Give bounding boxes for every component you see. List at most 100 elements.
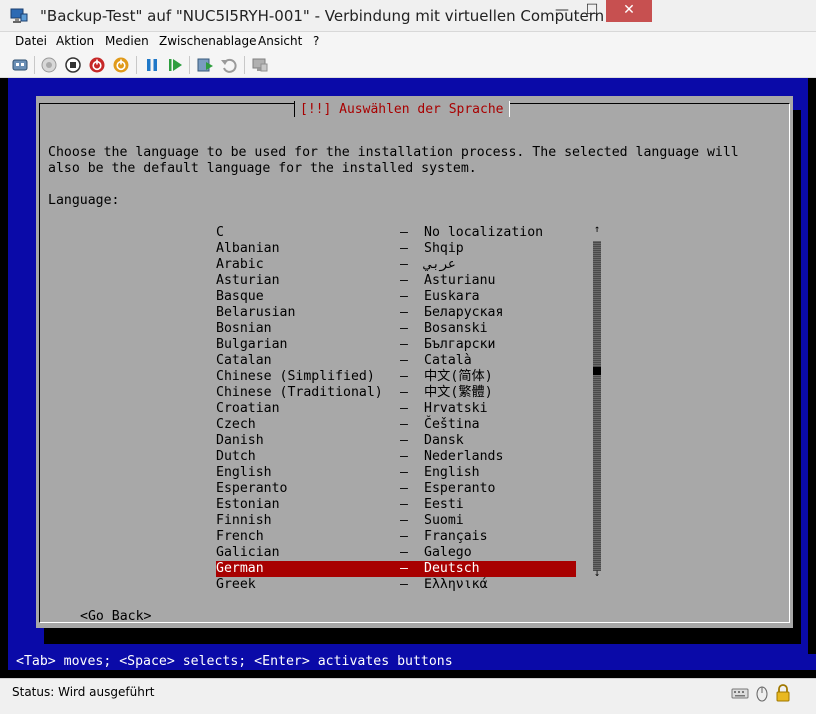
language-native-name: Galego xyxy=(424,545,472,560)
language-separator: – xyxy=(400,353,408,368)
language-name: Chinese (Simplified) xyxy=(216,369,375,384)
revert-icon[interactable] xyxy=(220,56,238,74)
language-row[interactable]: Dutch – Nederlands xyxy=(216,449,576,465)
language-separator: – xyxy=(400,257,408,272)
language-row[interactable]: Chinese (Simplified) – 中文(简体) xyxy=(216,369,576,385)
language-row[interactable]: Catalan – Català xyxy=(216,353,576,369)
menu-datei[interactable]: Datei xyxy=(15,34,47,48)
toolbar-separator xyxy=(189,56,190,74)
language-name: Belarusian xyxy=(216,305,296,320)
shutdown-icon[interactable] xyxy=(88,56,106,74)
language-native-name: Bosanski xyxy=(424,321,488,336)
toolbar-separator xyxy=(34,56,35,74)
scroll-thumb[interactable] xyxy=(593,367,601,375)
language-row[interactable]: C – No localization xyxy=(216,225,576,241)
language-row[interactable]: Bulgarian – Български xyxy=(216,337,576,353)
language-row[interactable]: Basque – Euskara xyxy=(216,289,576,305)
ctrl-alt-del-icon[interactable] xyxy=(11,56,29,74)
key-hint-text: <Tab> moves; <Space> selects; <Enter> ac… xyxy=(16,654,453,669)
status-bar: Status: Wird ausgeführt xyxy=(0,678,816,714)
language-native-name: Hrvatski xyxy=(424,401,488,416)
close-button[interactable]: ✕ xyxy=(606,0,652,22)
enhanced-session-icon[interactable] xyxy=(251,56,269,74)
language-name: Albanian xyxy=(216,241,280,256)
language-row[interactable]: Belarusian – Беларуская xyxy=(216,305,576,321)
pause-icon[interactable] xyxy=(143,56,161,74)
checkpoint-icon[interactable] xyxy=(196,56,214,74)
language-separator: – xyxy=(400,465,408,480)
vm-screen[interactable]: [!!] Auswählen der Sprache Choose the la… xyxy=(0,78,816,670)
language-row[interactable]: English – English xyxy=(216,465,576,481)
language-name: Basque xyxy=(216,289,264,304)
language-row[interactable]: Galician – Galego xyxy=(216,545,576,561)
save-state-icon[interactable] xyxy=(112,56,130,74)
scroll-up-icon[interactable]: ↑ xyxy=(593,225,601,235)
turn-off-icon[interactable] xyxy=(64,56,82,74)
language-name: Bosnian xyxy=(216,321,272,336)
language-row[interactable]: Greek – Ελληνικά xyxy=(216,577,576,593)
language-row[interactable]: Chinese (Traditional) – 中文(繁體) xyxy=(216,385,576,401)
language-row[interactable]: Croatian – Hrvatski xyxy=(216,401,576,417)
toolbar-separator xyxy=(136,56,137,74)
language-native-name: Čeština xyxy=(424,417,480,432)
language-row[interactable]: Asturian – Asturianu xyxy=(216,273,576,289)
language-separator: – xyxy=(400,321,408,336)
maximize-button[interactable]: ☐ xyxy=(578,0,606,22)
language-name: Asturian xyxy=(216,273,280,288)
language-separator: – xyxy=(400,529,408,544)
window-title: "Backup-Test" auf "NUC5I5RYH-001" - Verb… xyxy=(40,7,605,25)
language-row[interactable]: Estonian – Eesti xyxy=(216,497,576,513)
language-separator: – xyxy=(400,385,408,400)
language-scrollbar[interactable]: ↑ ↓ xyxy=(593,225,601,579)
menu-bar: Datei Aktion Medien Zwischenablage Ansic… xyxy=(0,32,816,52)
language-label: Language: xyxy=(48,193,120,208)
toolbar xyxy=(0,52,816,78)
language-native-name: Ελληνικά xyxy=(424,577,488,592)
language-native-name: Nederlands xyxy=(424,449,504,464)
language-native-name: English xyxy=(424,465,480,480)
language-row[interactable]: Danish – Dansk xyxy=(216,433,576,449)
language-row[interactable]: French – Français xyxy=(216,529,576,545)
menu-medien[interactable]: Medien xyxy=(105,34,149,48)
language-row[interactable]: Esperanto – Esperanto xyxy=(216,481,576,497)
language-name: Estonian xyxy=(216,497,280,512)
language-native-name: Shqip xyxy=(424,241,464,256)
language-separator: – xyxy=(400,481,408,496)
language-row[interactable]: Albanian – Shqip xyxy=(216,241,576,257)
language-name: Arabic xyxy=(216,257,264,272)
resume-icon[interactable] xyxy=(166,56,184,74)
language-row-selected[interactable]: German – Deutsch xyxy=(216,561,576,577)
language-row[interactable]: Finnish – Suomi xyxy=(216,513,576,529)
scroll-track[interactable] xyxy=(593,241,601,571)
language-separator: – xyxy=(400,449,408,464)
toolbar-separator xyxy=(244,56,245,74)
language-native-name: Български xyxy=(424,337,496,352)
language-separator: – xyxy=(400,561,408,576)
language-native-name: Asturianu xyxy=(424,273,496,288)
language-row[interactable]: Bosnian – Bosanski xyxy=(216,321,576,337)
language-list[interactable]: C – No localization Albanian – Shqip Arabic – عر… xyxy=(216,225,576,593)
language-name: Danish xyxy=(216,433,264,448)
dialog-title: [!!] Auswählen der Sprache xyxy=(294,101,510,117)
lock-icon xyxy=(776,684,790,702)
language-row[interactable]: Czech – Čeština xyxy=(216,417,576,433)
go-back-button[interactable]: <Go Back> xyxy=(80,609,151,625)
language-name: Galician xyxy=(216,545,280,560)
language-native-name: Deutsch xyxy=(424,561,480,576)
minimize-button[interactable]: — xyxy=(548,0,576,22)
menu-help[interactable]: ? xyxy=(313,34,319,48)
language-name: Czech xyxy=(216,417,256,432)
menu-aktion[interactable]: Aktion xyxy=(56,34,94,48)
language-row[interactable]: Arabic – عربي xyxy=(216,257,576,273)
mouse-icon xyxy=(756,686,768,702)
scroll-down-icon[interactable]: ↓ xyxy=(593,569,601,579)
language-native-name: Català xyxy=(424,353,472,368)
description-line-1: Choose the language to be used for the i… xyxy=(48,145,739,160)
menu-zwischenablage[interactable]: Zwischenablage xyxy=(159,34,256,48)
language-native-name: Dansk xyxy=(424,433,464,448)
menu-ansicht[interactable]: Ansicht xyxy=(258,34,302,48)
language-name: Chinese (Traditional) xyxy=(216,385,383,400)
window-titlebar: "Backup-Test" auf "NUC5I5RYH-001" - Verb… xyxy=(0,0,816,32)
start-icon[interactable] xyxy=(40,56,58,74)
language-separator: – xyxy=(400,417,408,432)
